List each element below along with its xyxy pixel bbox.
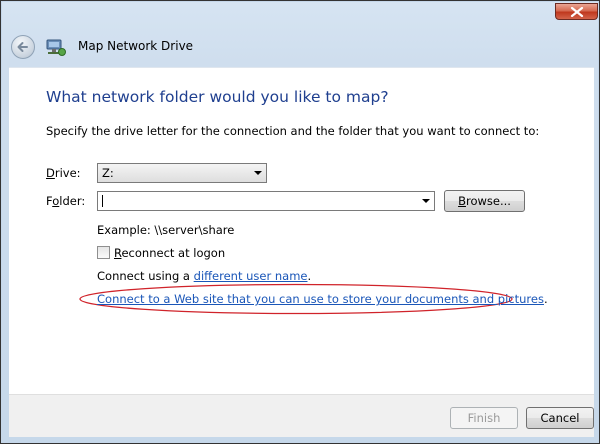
reconnect-label[interactable]: Reconnect at logon <box>114 246 225 260</box>
connect-using-text: Connect using a different user name. <box>97 269 311 283</box>
chevron-down-icon <box>254 171 262 175</box>
back-arrow-icon <box>17 42 28 52</box>
browse-mnemonic: B <box>458 194 466 208</box>
browse-label-rest: rowse... <box>465 194 511 208</box>
web-site-link[interactable]: Connect to a Web site that you can use t… <box>97 292 544 306</box>
drive-label-rest: rive: <box>54 166 81 180</box>
drive-select[interactable]: Z: <box>97 163 267 183</box>
reconnect-checkbox[interactable] <box>97 246 110 259</box>
main-content: What network folder would you like to ma… <box>9 67 594 395</box>
cancel-button[interactable]: Cancel <box>526 407 594 429</box>
close-button[interactable] <box>555 3 598 20</box>
connect-using-prefix: Connect using a <box>97 269 194 283</box>
button-bar: Finish Cancel <box>9 394 594 437</box>
web-site-link-suffix: . <box>543 292 548 306</box>
close-icon <box>570 7 584 17</box>
chevron-down-icon[interactable] <box>422 199 430 203</box>
folder-input[interactable] <box>97 191 435 211</box>
example-text: Example: \\server\share <box>97 223 235 237</box>
folder-label-rest: lder: <box>59 194 86 208</box>
folder-label: Folder: <box>46 194 85 208</box>
finish-button[interactable]: Finish <box>450 407 518 429</box>
different-user-link[interactable]: different user name <box>194 269 308 283</box>
text-cursor <box>102 195 103 207</box>
reconnect-label-rest: econnect at logon <box>121 246 226 260</box>
network-drive-icon <box>46 39 66 56</box>
dialog-window: Map Network Drive What network folder wo… <box>0 0 600 444</box>
browse-button[interactable]: Browse... <box>444 190 525 212</box>
window-title: Map Network Drive <box>78 39 194 53</box>
drive-label-mnemonic: D <box>46 166 55 180</box>
connect-using-suffix: . <box>307 269 312 283</box>
title-bar: Map Network Drive <box>9 33 594 61</box>
back-button[interactable] <box>11 35 35 59</box>
web-site-link-row: Connect to a Web site that you can use t… <box>97 292 548 306</box>
drive-select-value: Z: <box>102 166 114 180</box>
instruction-text: Specify the drive letter for the connect… <box>46 124 540 138</box>
page-heading: What network folder would you like to ma… <box>46 88 389 106</box>
drive-label: Drive: <box>46 166 81 180</box>
